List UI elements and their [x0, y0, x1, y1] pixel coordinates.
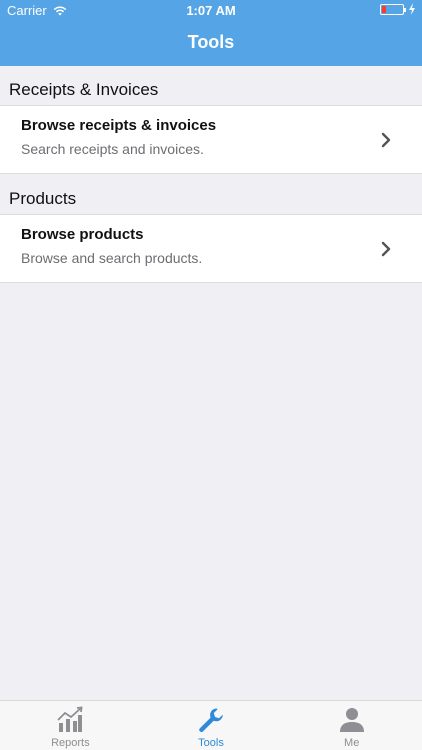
- browse-receipts-cell[interactable]: Browse receipts & invoices Search receip…: [0, 105, 422, 174]
- navigation-header: Carrier 1:07 AM Tools: [0, 0, 422, 66]
- status-bar: Carrier 1:07 AM: [0, 0, 422, 22]
- tab-label: Me: [344, 737, 360, 749]
- tab-bar: Reports Tools Me: [0, 700, 422, 750]
- page-title: Tools: [187, 32, 235, 52]
- section-header-products: Products: [9, 189, 77, 208]
- section-header-receipts: Receipts & Invoices: [9, 80, 159, 99]
- tab-reports[interactable]: Reports: [0, 701, 141, 750]
- tab-label: Reports: [51, 737, 90, 749]
- tab-tools[interactable]: Tools: [141, 701, 282, 750]
- browse-products-cell[interactable]: Browse products Browse and search produc…: [0, 214, 422, 283]
- tab-label: Tools: [198, 737, 224, 749]
- cell-title: Browse products: [21, 226, 144, 243]
- clock: 1:07 AM: [186, 3, 236, 18]
- chevron-right-icon: [381, 132, 391, 148]
- person-icon: [339, 708, 364, 732]
- cell-subtitle: Search receipts and invoices.: [21, 141, 204, 157]
- chevron-right-icon: [381, 241, 391, 257]
- tab-me[interactable]: Me: [281, 701, 422, 750]
- wrench-icon: [199, 708, 223, 733]
- charging-icon: [409, 3, 415, 15]
- cell-title: Browse receipts & invoices: [21, 117, 217, 134]
- battery-icon: [380, 4, 406, 15]
- chart-icon: [57, 706, 83, 732]
- cell-subtitle: Browse and search products.: [21, 250, 203, 266]
